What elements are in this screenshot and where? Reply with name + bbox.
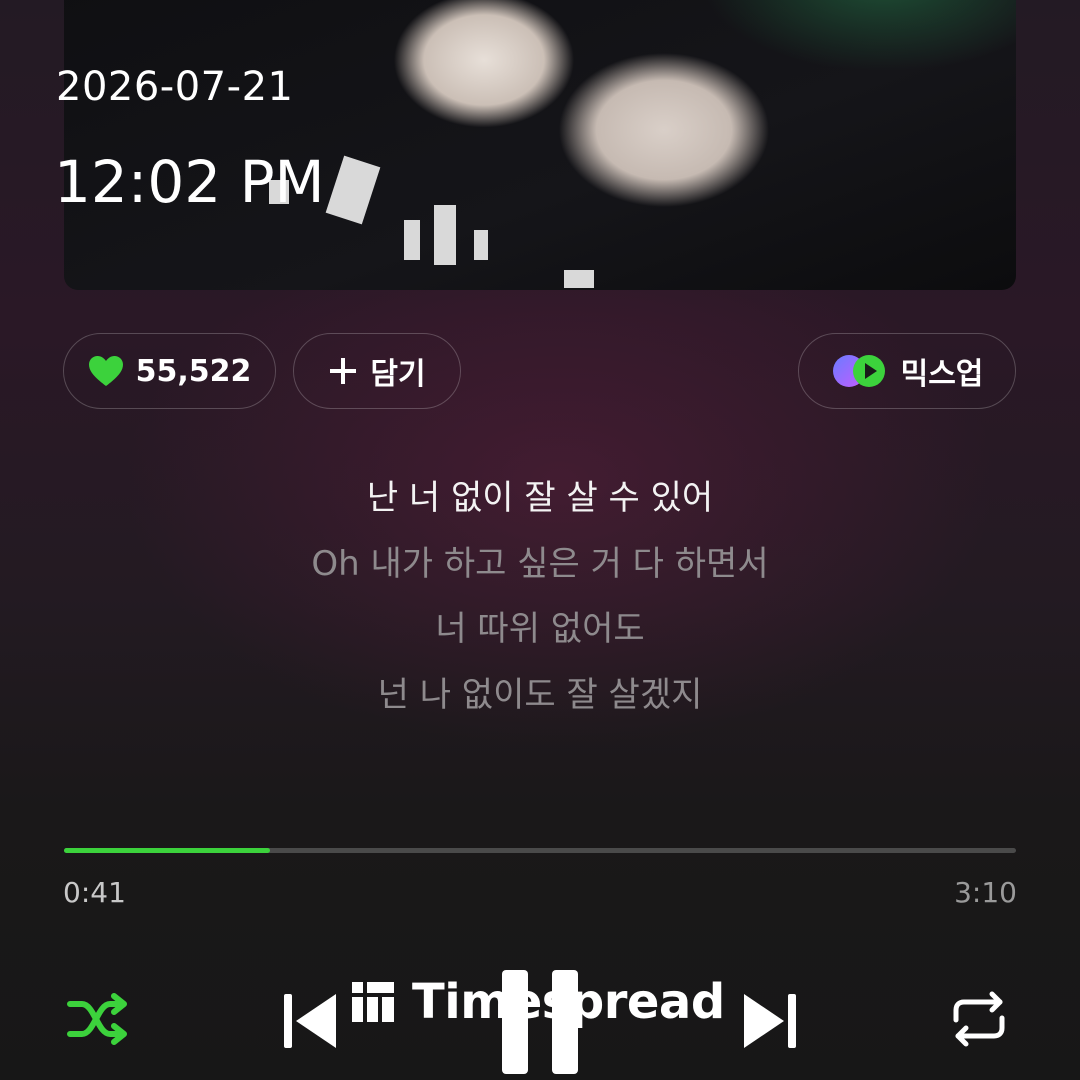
heart-icon <box>88 355 124 387</box>
like-button[interactable]: 55,522 <box>63 333 276 409</box>
plus-icon <box>328 356 358 386</box>
shuffle-icon[interactable] <box>64 990 132 1048</box>
previous-icon[interactable] <box>282 990 340 1052</box>
album-art <box>64 0 1016 290</box>
lyric-line[interactable]: 넌 나 없이도 잘 살겠지 <box>0 667 1080 716</box>
mixup-button[interactable]: 믹스업 <box>798 333 1016 409</box>
lyric-line[interactable]: Oh 내가 하고 싶은 거 다 하면서 <box>0 536 1080 585</box>
total-time: 3:10 <box>954 876 1017 909</box>
like-count: 55,522 <box>135 353 252 389</box>
watermark: Timespread <box>352 972 725 1032</box>
add-to-playlist-button[interactable]: 담기 <box>293 333 461 409</box>
progress-fill <box>64 848 270 853</box>
lyric-line[interactable]: 너 따위 없어도 <box>0 601 1080 650</box>
mixup-label: 믹스업 <box>900 357 984 392</box>
next-icon[interactable] <box>740 990 798 1052</box>
repeat-icon[interactable] <box>948 990 1010 1048</box>
status-date: 2026-07-21 <box>56 64 294 110</box>
lyric-line-current[interactable]: 난 너 없이 잘 살 수 있어 <box>0 470 1080 519</box>
status-time: 12:02 PM <box>54 148 325 216</box>
mixup-icon <box>831 353 889 389</box>
add-label: 담기 <box>370 357 426 392</box>
elapsed-time: 0:41 <box>63 876 126 909</box>
timespread-logo-icon <box>352 982 394 1022</box>
watermark-text: Timespread <box>412 974 725 1030</box>
progress-bar[interactable] <box>64 848 1016 853</box>
